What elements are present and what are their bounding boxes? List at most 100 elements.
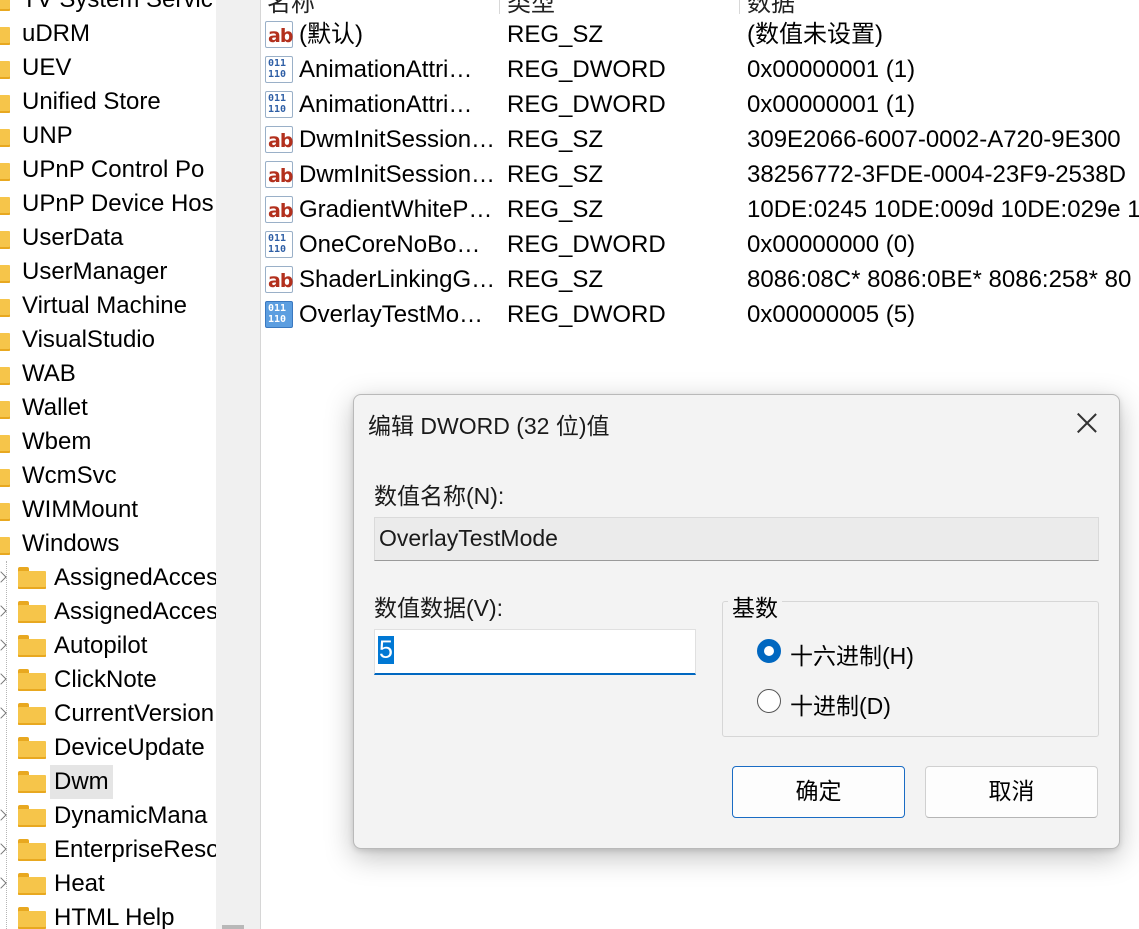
close-icon[interactable]: [1072, 408, 1102, 438]
column-header-name[interactable]: 名称: [267, 0, 315, 17]
value-row[interactable]: ab GradientWhiteP… REG_SZ 10DE:0245 10DE:00…: [261, 192, 1139, 227]
value-row[interactable]: 011 110 AnimationAttri… REG_DWORD 0x0000000…: [261, 87, 1139, 122]
tree-item[interactable]: UserData: [0, 221, 216, 255]
tree-item[interactable]: Heat: [0, 867, 216, 901]
tree-item[interactable]: UserManager: [0, 255, 216, 289]
tree-item-label: TV System Servic: [22, 0, 213, 17]
value-row[interactable]: 011 110 OneCoreNoBo… REG_DWORD 0x00000000 (…: [261, 227, 1139, 262]
value-data: 38256772-3FDE-0004-23F9-2538D: [747, 161, 1126, 188]
chevron-right-icon[interactable]: [0, 843, 7, 855]
tree-item[interactable]: UPnP Control Po: [0, 153, 216, 187]
column-separator[interactable]: [499, 0, 500, 14]
value-type: REG_DWORD: [507, 301, 666, 328]
tree-item[interactable]: EnterpriseReso: [0, 833, 216, 867]
chevron-right-icon[interactable]: [0, 877, 7, 889]
tree-item-label: CurrentVersion: [54, 700, 215, 727]
value-data: 0x00000005 (5): [747, 301, 916, 328]
folder-icon: [0, 465, 10, 487]
tree-item-label: ClickNote: [54, 666, 157, 693]
tree-item[interactable]: AssignedAcces: [0, 561, 216, 595]
tree-item-label: Wallet: [22, 394, 88, 421]
folder-icon: [18, 805, 46, 827]
tree-item-label: WcmSvc: [22, 462, 117, 489]
value-data: 8086:08C* 8086:0BE* 8086:258* 80: [747, 266, 1132, 293]
tree-item[interactable]: Autopilot: [0, 629, 216, 663]
value-row[interactable]: ab DwmInitSession… REG_SZ 38256772-3FDE-000…: [261, 157, 1139, 192]
hex-radio[interactable]: [757, 639, 781, 663]
tree-item-label: UEV: [22, 54, 72, 81]
tree-item-label: HTML Help: [54, 904, 175, 929]
value-type: REG_SZ: [507, 196, 604, 223]
folder-icon: [0, 193, 10, 215]
tree-item-label: Unified Store: [22, 88, 161, 115]
column-header-data[interactable]: 数据: [747, 0, 795, 17]
folder-icon: [0, 57, 10, 79]
value-row[interactable]: ab DwmInitSession… REG_SZ 309E2066-6007-000…: [261, 122, 1139, 157]
chevron-right-icon[interactable]: [0, 809, 7, 821]
tree-item[interactable]: UPnP Device Hos: [0, 187, 216, 221]
chevron-right-icon[interactable]: [0, 707, 7, 719]
tree-item[interactable]: WcmSvc: [0, 459, 216, 493]
tree-item-label: uDRM: [22, 20, 91, 47]
tree-item[interactable]: uDRM: [0, 17, 216, 51]
pane-splitter[interactable]: [216, 0, 261, 929]
value-name: AnimationAttri…: [299, 91, 473, 118]
folder-icon: [0, 295, 10, 317]
column-separator[interactable]: [739, 0, 740, 14]
registry-tree[interactable]: TV System Servic uDRM UEV Unified Store UNP U…: [0, 0, 216, 929]
chevron-right-icon[interactable]: [0, 605, 7, 617]
tree-item[interactable]: Virtual Machine: [0, 289, 216, 323]
chevron-right-icon[interactable]: [0, 571, 7, 583]
scrollbar-thumb[interactable]: [222, 925, 244, 929]
dword-value-icon: 011 110: [265, 91, 293, 118]
value-row[interactable]: ab ShaderLinkingG… REG_SZ 8086:08C* 8086:0B…: [261, 262, 1139, 297]
tree-item[interactable]: DynamicMana: [0, 799, 216, 833]
tree-item[interactable]: Wbem: [0, 425, 216, 459]
tree-item[interactable]: WIMMount: [0, 493, 216, 527]
tree-item[interactable]: WAB: [0, 357, 216, 391]
column-header-type[interactable]: 类型: [507, 0, 555, 17]
value-row[interactable]: ab (默认) REG_SZ (数值未设置): [261, 17, 1139, 52]
value-data-label: 数值数据(V):: [374, 595, 504, 621]
value-data-input[interactable]: 5: [374, 629, 696, 675]
cancel-button[interactable]: 取消: [925, 766, 1098, 818]
hex-radio-label[interactable]: 十六进制(H): [790, 637, 914, 671]
tree-item[interactable]: TV System Servic: [0, 0, 216, 17]
tree-item[interactable]: ClickNote: [0, 663, 216, 697]
tree-item[interactable]: VisualStudio: [0, 323, 216, 357]
tree-item[interactable]: UEV: [0, 51, 216, 85]
ok-button[interactable]: 确定: [732, 766, 905, 818]
folder-icon: [0, 329, 10, 351]
tree-item[interactable]: DeviceUpdate: [0, 731, 216, 765]
folder-icon: [0, 499, 10, 521]
folder-icon: [18, 601, 46, 623]
value-data: 0x00000000 (0): [747, 231, 916, 258]
value-row[interactable]: 011 110 OverlayTestMo… REG_DWORD 0x00000005…: [261, 297, 1139, 332]
chevron-right-icon[interactable]: [0, 639, 7, 651]
tree-item[interactable]: AssignedAcces: [0, 595, 216, 629]
tree-item[interactable]: UNP: [0, 119, 216, 153]
tree-item[interactable]: Windows: [0, 527, 216, 561]
folder-icon: [18, 839, 46, 861]
folder-icon: [18, 669, 46, 691]
value-name: DwmInitSession…: [299, 126, 496, 153]
string-value-icon: ab: [265, 161, 293, 188]
value-icon-glyph: ab: [268, 200, 293, 222]
folder-icon: [0, 261, 10, 283]
value-icon-glyph: 011 110: [268, 233, 287, 255]
tree-item[interactable]: CurrentVersion: [0, 697, 216, 731]
dword-value-icon: 011 110: [265, 231, 293, 258]
tree-item[interactable]: HTML Help: [0, 901, 216, 929]
decimal-radio-label[interactable]: 十进制(D): [790, 687, 891, 721]
value-data: 0x00000001 (1): [747, 56, 916, 83]
tree-item-label: UPnP Control Po: [22, 156, 205, 183]
value-row[interactable]: 011 110 AnimationAttri… REG_DWORD 0x0000000…: [261, 52, 1139, 87]
folder-icon: [0, 159, 10, 181]
value-type: REG_SZ: [507, 21, 604, 48]
chevron-right-icon[interactable]: [0, 673, 7, 685]
decimal-radio[interactable]: [757, 689, 781, 713]
tree-item[interactable]: Dwm: [0, 765, 216, 799]
tree-item[interactable]: Wallet: [0, 391, 216, 425]
tree-item[interactable]: Unified Store: [0, 85, 216, 119]
string-value-icon: ab: [265, 21, 293, 48]
